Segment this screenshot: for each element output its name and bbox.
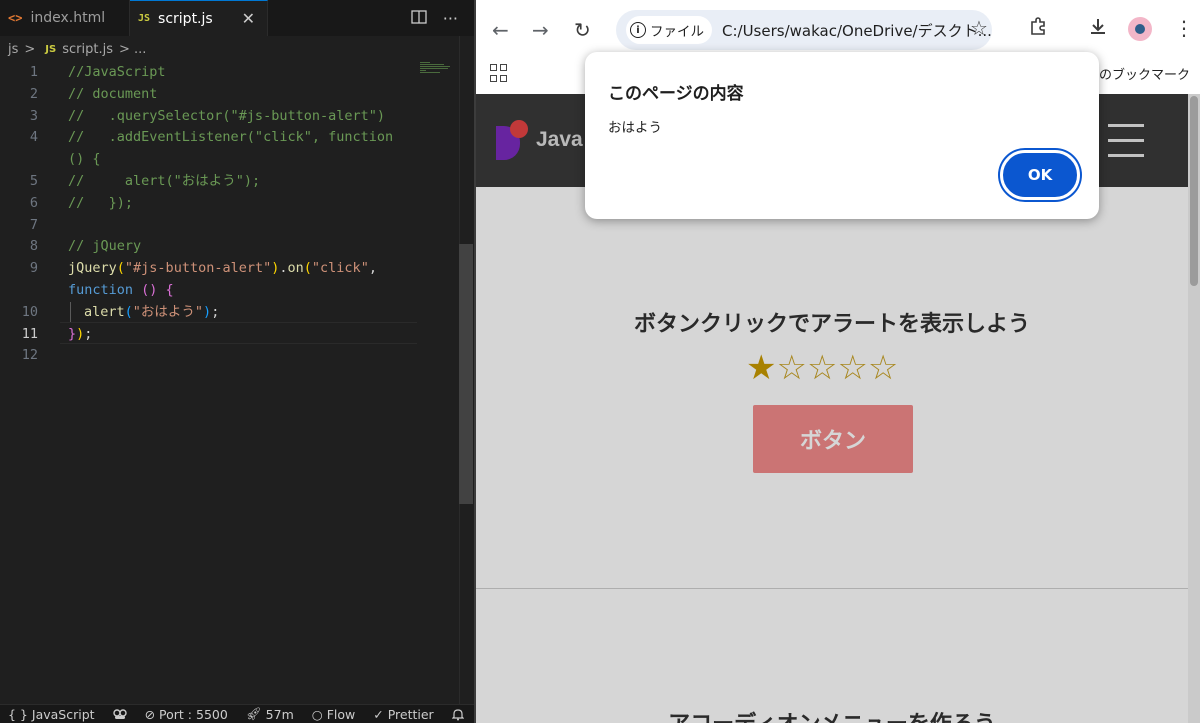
code-line: 5 // alert("おはよう"); [0, 171, 460, 193]
line-number: 8 [29, 238, 38, 255]
code-text: // document [68, 85, 158, 102]
js-file-icon: JS [138, 13, 151, 24]
alert-dialog: このページの内容 おはよう OK [585, 52, 1099, 219]
code-line: function () { [0, 280, 460, 302]
breadcrumb-tail[interactable]: > ... [119, 42, 146, 57]
line-number: 1 [29, 64, 38, 80]
circle-icon: ○ [311, 706, 323, 722]
tab-label: index.html [30, 10, 106, 26]
status-language[interactable]: { } JavaScript [8, 707, 95, 722]
chevron-right-icon: > [24, 41, 36, 57]
kebab-menu-icon[interactable]: ⋮ [1174, 16, 1194, 40]
dialog-message: おはよう [608, 120, 662, 136]
ok-button[interactable]: OK [1000, 150, 1080, 200]
rocket-icon: 🚀︎ [245, 706, 262, 721]
no-entry-icon: ⊘ [144, 706, 156, 722]
code-line: 11}); [0, 324, 460, 346]
download-icon[interactable] [1088, 16, 1108, 41]
code-line: 1 //JavaScript [0, 62, 460, 84]
code-text: () { [68, 151, 101, 168]
profile-avatar[interactable] [1128, 17, 1152, 41]
line-number: 2 [29, 85, 38, 102]
close-icon[interactable]: ✕ [242, 9, 255, 28]
code-area[interactable]: 1 //JavaScript 2 // document 3 // .querySel… [0, 62, 460, 367]
line-number: 7 [29, 216, 38, 233]
minimap[interactable] [420, 62, 456, 82]
code-text: // alert("おはよう"); [68, 172, 261, 189]
reload-icon[interactable]: ↻ [574, 18, 591, 42]
check-icon: ✓ [373, 706, 384, 722]
apps-grid-icon[interactable] [490, 64, 508, 82]
breadcrumb-folder[interactable]: js [8, 42, 18, 57]
code-text: //JavaScript [68, 64, 166, 80]
browser-window: ← → ↻ i ファイル C:/Users/wakac/OneDrive/デスクト… [476, 0, 1200, 723]
line-number: 6 [29, 194, 38, 211]
browser-toolbar: ← → ↻ i ファイル C:/Users/wakac/OneDrive/デスクト… [476, 0, 1200, 58]
bookmark-star-icon[interactable]: ☆ [970, 16, 988, 40]
status-bar: { } JavaScript ⊘ Port : 5500 🚀︎ 57m ○ Flow ✓… [0, 704, 474, 723]
code-editor: <> index.html JS script.js ✕ ··· js > JS… [0, 0, 474, 723]
breadcrumb-file[interactable]: script.js [62, 42, 113, 57]
code-line: 9 jQuery("#js-button-alert").on("click", [0, 258, 460, 280]
info-icon: i [630, 22, 646, 38]
code-line: 10 alert("おはよう"); [0, 302, 460, 324]
status-prettier[interactable]: ✓ Prettier [373, 707, 433, 722]
tab-label: script.js [158, 10, 213, 27]
code-text: jQuery("#js-button-alert").on("click", [68, 260, 377, 277]
site-info-chip[interactable]: i ファイル [626, 16, 712, 44]
braces-icon: { } [8, 706, 28, 722]
code-line: 12 [0, 345, 460, 367]
status-time[interactable]: 🚀︎ 57m [246, 706, 294, 722]
url-text: C:/Users/wakac/OneDrive/デスクト... [722, 21, 992, 40]
code-text: // jQuery [68, 238, 142, 255]
line-number: 12 [21, 347, 38, 364]
status-flow[interactable]: ○ Flow [312, 707, 355, 722]
code-text: }); [68, 325, 93, 342]
code-line: 4 // .addEventListener("click", function [0, 127, 460, 149]
status-port[interactable]: ⊘ Port : 5500 [145, 707, 228, 722]
line-number: 4 [29, 129, 38, 146]
line-number: 9 [29, 260, 38, 277]
code-line: 8 // jQuery [0, 236, 460, 258]
bell-icon[interactable] [451, 708, 464, 721]
back-arrow-icon[interactable]: ← [492, 18, 509, 42]
breadcrumb: js > JS script.js > ... [0, 38, 474, 60]
dialog-title: このページの内容 [608, 84, 744, 104]
code-line: 7 [0, 215, 460, 237]
code-text: // }); [68, 194, 134, 211]
js-file-icon: JS [45, 43, 57, 55]
line-number: 3 [29, 107, 38, 124]
editor-tab-bar: <> index.html JS script.js ✕ ··· [0, 0, 474, 36]
code-line: () { [0, 149, 460, 171]
html-file-icon: <> [8, 11, 23, 25]
code-text: // .addEventListener("click", function [68, 129, 394, 146]
tab-script-js[interactable]: JS script.js ✕ [130, 0, 268, 36]
tab-actions: ··· [411, 0, 474, 36]
line-number: 10 [21, 303, 38, 320]
tab-index-html[interactable]: <> index.html [0, 0, 130, 36]
code-text: // .querySelector("#js-button-alert") [68, 107, 385, 124]
extensions-icon[interactable] [1028, 16, 1048, 41]
split-editor-icon[interactable] [411, 9, 427, 28]
copilot-icon[interactable] [112, 708, 127, 720]
address-bar[interactable]: i ファイル C:/Users/wakac/OneDrive/デスクト... [616, 10, 992, 50]
code-text: alert("おはよう"); [84, 303, 220, 320]
line-number: 11 [21, 325, 38, 342]
editor-scrollbar-thumb[interactable] [459, 244, 473, 504]
code-line: 3 // .querySelector("#js-button-alert") [0, 106, 460, 128]
code-line: 6 // }); [0, 193, 460, 215]
code-text: function () { [68, 281, 174, 298]
more-actions-icon[interactable]: ··· [443, 9, 458, 28]
line-number: 5 [29, 172, 38, 189]
code-line: 2 // document [0, 84, 460, 106]
forward-arrow-icon[interactable]: → [532, 18, 549, 42]
